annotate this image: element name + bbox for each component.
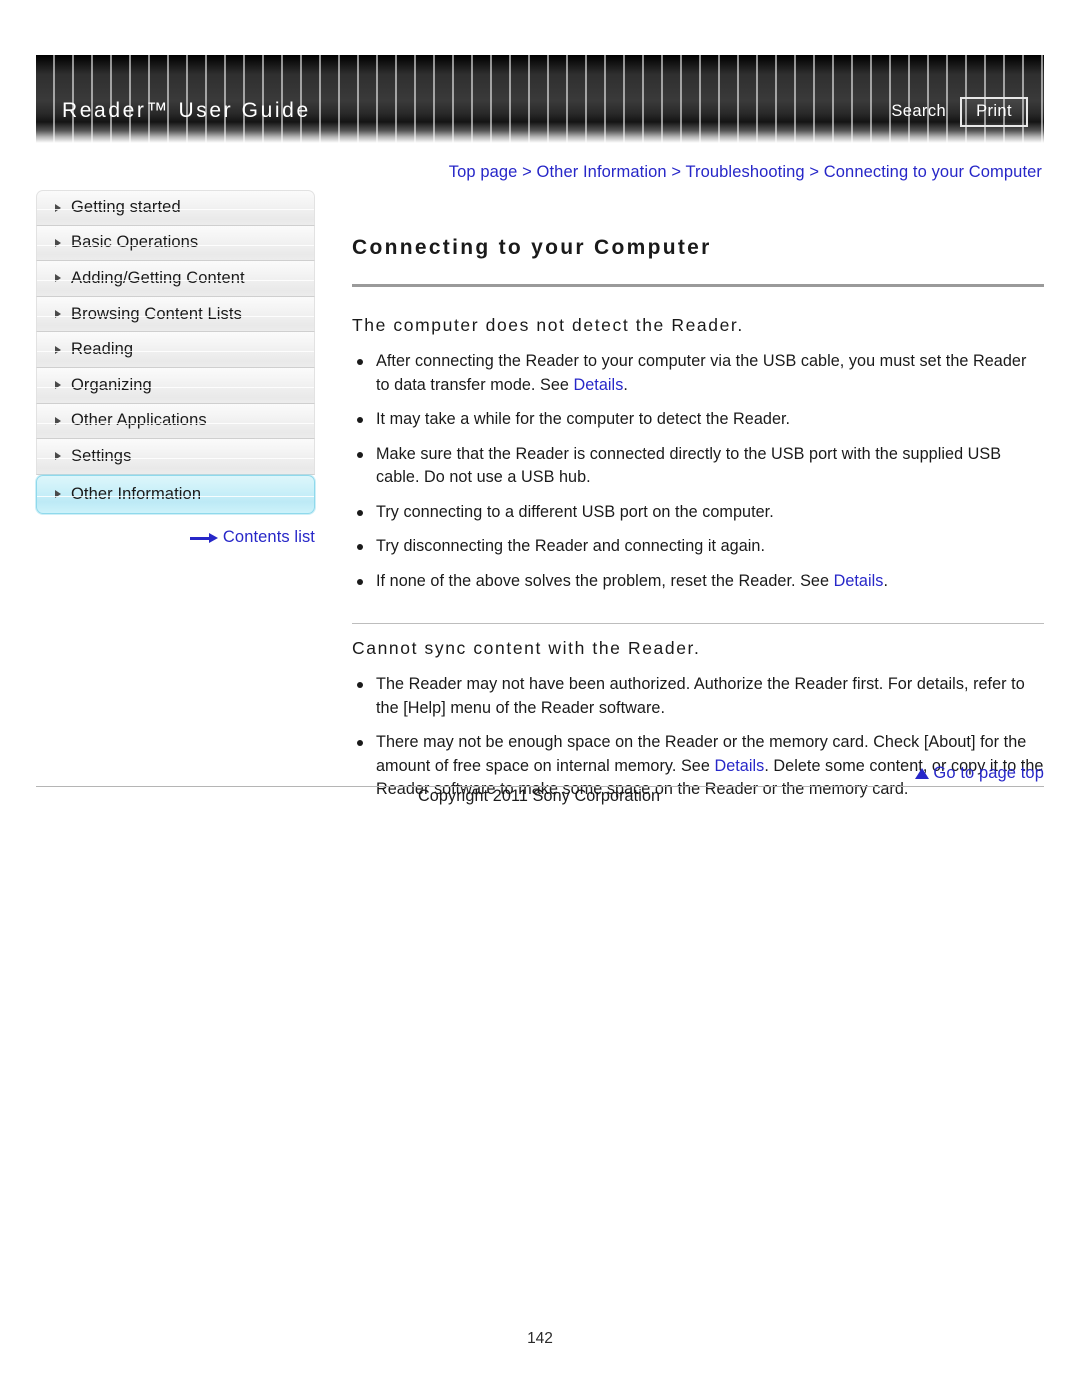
breadcrumb[interactable]: Top page > Other Information > Troublesh… [449,163,1042,182]
go-to-page-top-link[interactable]: Go to page top [352,764,1044,783]
bullet-list: After connecting the Reader to your comp… [352,350,1044,593]
sidebar-item-browsing-content-lists[interactable]: Browsing Content Lists [36,296,315,333]
list-item-text: Try connecting to a different USB port o… [376,502,774,521]
list-item: After connecting the Reader to your comp… [352,350,1044,397]
sidebar-item-label: Getting started [71,198,181,217]
sidebar-item-reading[interactable]: Reading [36,332,315,368]
app-title: Reader™ User Guide [62,99,311,122]
page-header: Reader™ User Guide Search Print [36,55,1044,143]
chevron-right-icon [55,452,61,461]
sidebar-item-label: Settings [71,446,132,465]
sidebar-item-basic-operations[interactable]: Basic Operations [36,225,315,262]
list-item-text: If none of the above solves the problem,… [376,571,834,590]
list-item: Make sure that the Reader is connected d… [352,443,1044,490]
list-item-text: The Reader may not have been authorized.… [376,675,1025,717]
copyright-text: Copyright 2011 Sony Corporation [418,787,661,805]
header-actions: Search Print [891,97,1028,127]
print-button[interactable]: Print [960,97,1028,127]
list-item-text: It may take a while for the computer to … [376,410,791,429]
list-item-text: Make sure that the Reader is connected d… [376,444,1002,487]
section-heading: The computer does not detect the Reader. [352,315,744,336]
main-content: Connecting to your Computer The computer… [352,222,1044,813]
section-heading: Cannot sync content with the Reader. [352,638,701,659]
sidebar-item-organizing[interactable]: Organizing [36,367,315,404]
sections-container: The computer does not detect the Reader.… [352,315,1044,802]
chevron-right-icon [55,416,61,425]
sidebar-item-label: Reading [71,340,134,359]
page-title: Connecting to your Computer [352,236,712,260]
sidebar-item-label: Basic Operations [71,233,199,252]
sidebar-item-label: Adding/Getting Content [71,268,245,287]
list-item: It may take a while for the computer to … [352,408,1044,432]
list-item: If none of the above solves the problem,… [352,570,1044,594]
chevron-right-icon [55,490,61,499]
sidebar-item-label: Browsing Content Lists [71,304,242,323]
go-to-page-top-label: Go to page top [933,764,1044,782]
sidebar-item-label: Other Information [71,484,202,503]
sidebar-nav: Getting started Basic Operations Adding/Ge… [36,190,315,514]
contents-list-label: Contents list [222,528,315,546]
list-item-text-tail: . [883,571,888,590]
chevron-right-icon [55,238,61,247]
sidebar-item-label: Other Applications [71,411,207,430]
title-divider [352,284,1044,288]
chevron-right-icon [55,203,61,212]
list-item: The Reader may not have been authorized.… [352,673,1044,720]
details-link[interactable]: Details [574,376,624,394]
sidebar-item-other-information[interactable]: Other Information [36,474,315,514]
sidebar-item-settings[interactable]: Settings [36,439,315,475]
contents-list-link[interactable]: Contents list [36,528,315,547]
chevron-right-icon [55,274,61,283]
list-item-text: Try disconnecting the Reader and connect… [376,537,765,556]
triangle-up-icon [915,768,930,779]
details-link[interactable]: Details [834,572,884,590]
chevron-right-icon [55,381,61,390]
list-item-text: After connecting the Reader to your comp… [376,352,1027,394]
sidebar-item-adding-getting-content[interactable]: Adding/Getting Content [36,261,315,297]
list-item: Try disconnecting the Reader and connect… [352,535,1044,559]
page-number: 142 [527,1330,553,1347]
search-button[interactable]: Search [891,102,946,121]
sidebar-item-getting-started[interactable]: Getting started [36,190,315,226]
chevron-right-icon [55,310,61,319]
section-divider [352,623,1044,625]
sidebar-item-other-applications[interactable]: Other Applications [36,403,315,440]
list-item-text-tail: . [623,375,628,394]
chevron-right-icon [55,345,61,354]
sidebar-item-label: Organizing [71,375,152,394]
arrow-right-icon [189,533,218,543]
list-item: Try connecting to a different USB port o… [352,501,1044,525]
